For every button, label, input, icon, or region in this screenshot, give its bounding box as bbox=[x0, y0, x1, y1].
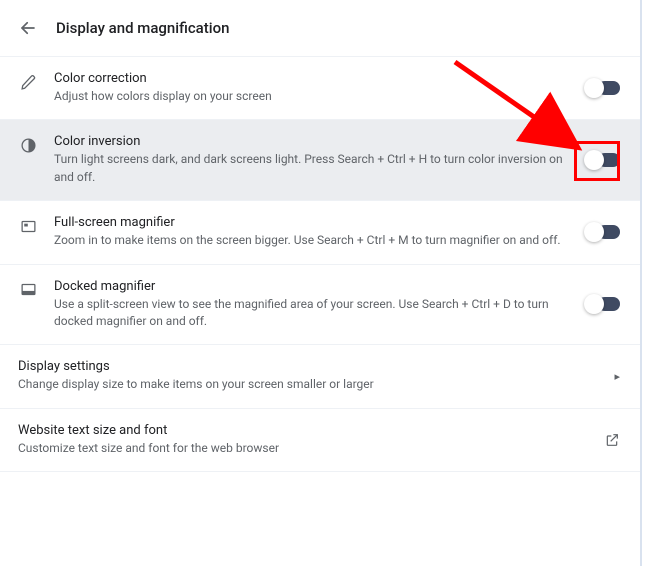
toggle-docked-magnifier[interactable] bbox=[586, 297, 620, 311]
pencil-icon bbox=[18, 72, 38, 92]
row-text: Docked magnifier Use a split-screen view… bbox=[54, 279, 570, 331]
row-desc: Change display size to make items on you… bbox=[18, 376, 598, 393]
arrow-left-icon bbox=[19, 19, 37, 37]
row-docked-magnifier[interactable]: Docked magnifier Use a split-screen view… bbox=[0, 264, 640, 345]
row-color-correction[interactable]: Color correction Adjust how colors displ… bbox=[0, 56, 640, 119]
row-desc: Use a split-screen view to see the magni… bbox=[54, 296, 570, 331]
toggle-color-inversion[interactable] bbox=[586, 153, 620, 167]
row-fullscreen-magnifier[interactable]: Full-screen magnifier Zoom in to make it… bbox=[0, 200, 640, 263]
row-text: Display settings Change display size to … bbox=[18, 359, 598, 393]
row-title: Website text size and font bbox=[18, 423, 588, 438]
contrast-icon bbox=[18, 135, 38, 155]
row-title: Display settings bbox=[18, 359, 598, 374]
fullscreen-icon bbox=[18, 216, 38, 236]
page-header: Display and magnification bbox=[0, 0, 640, 56]
row-desc: Customize text size and font for the web… bbox=[18, 440, 588, 457]
back-button[interactable] bbox=[18, 18, 38, 38]
row-text: Website text size and font Customize tex… bbox=[18, 423, 588, 457]
external-link-icon bbox=[604, 432, 620, 448]
row-desc: Zoom in to make items on the screen bigg… bbox=[54, 232, 570, 249]
row-title: Color correction bbox=[54, 71, 570, 86]
docked-icon bbox=[18, 280, 38, 300]
row-display-settings[interactable]: Display settings Change display size to … bbox=[0, 344, 640, 407]
row-website-text[interactable]: Website text size and font Customize tex… bbox=[0, 408, 640, 472]
row-title: Docked magnifier bbox=[54, 279, 570, 294]
row-title: Full-screen magnifier bbox=[54, 215, 570, 230]
chevron-right-icon: ▸ bbox=[614, 370, 620, 383]
page-title: Display and magnification bbox=[56, 19, 229, 37]
row-text: Color correction Adjust how colors displ… bbox=[54, 71, 570, 105]
row-title: Color inversion bbox=[54, 134, 570, 149]
row-desc: Adjust how colors display on your screen bbox=[54, 88, 570, 105]
row-desc: Turn light screens dark, and dark screen… bbox=[54, 151, 570, 186]
row-text: Color inversion Turn light screens dark,… bbox=[54, 134, 570, 186]
toggle-color-correction[interactable] bbox=[586, 81, 620, 95]
row-text: Full-screen magnifier Zoom in to make it… bbox=[54, 215, 570, 249]
toggle-fullscreen-magnifier[interactable] bbox=[586, 225, 620, 239]
row-color-inversion[interactable]: Color inversion Turn light screens dark,… bbox=[0, 119, 640, 200]
